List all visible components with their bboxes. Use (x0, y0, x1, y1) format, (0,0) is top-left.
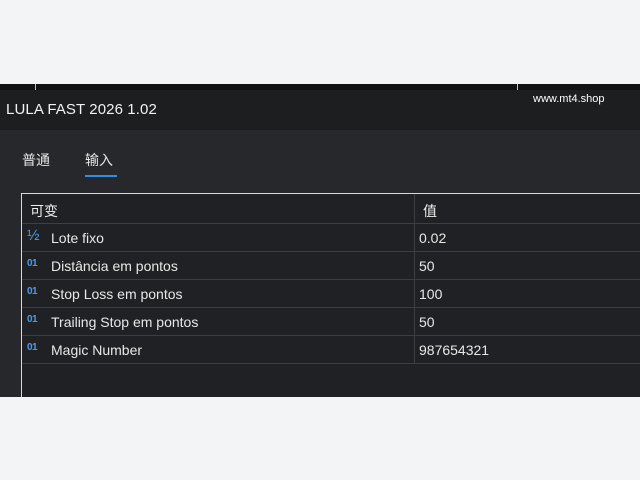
inputs-dialog: LULA FAST 2026 1.02 www.mt4.shop 普通 输入 可… (0, 84, 640, 397)
table-header: 可变 值 (22, 194, 640, 224)
table-row[interactable]: 01 Distância em pontos 50 (22, 252, 640, 280)
watermark: www.mt4.shop (533, 93, 605, 105)
parameter-name: Trailing Stop em pontos (51, 314, 199, 330)
parameter-value[interactable]: 50 (419, 314, 435, 330)
integer-icon: 01 (27, 314, 38, 325)
parameter-value[interactable]: 0.02 (419, 230, 446, 246)
table-row[interactable]: 01 Trailing Stop em pontos 50 (22, 308, 640, 336)
parameter-name: Distância em pontos (51, 258, 178, 274)
integer-icon: 01 (27, 342, 38, 353)
parameter-value[interactable]: 50 (419, 258, 435, 274)
column-header-variable[interactable]: 可变 (30, 201, 58, 221)
tab-bar: 普通 输入 (0, 130, 640, 177)
title-bar: LULA FAST 2026 1.02 www.mt4.shop (0, 90, 640, 130)
integer-icon: 01 (27, 286, 38, 297)
parameter-name: Lote fixo (51, 230, 104, 246)
integer-icon: 01 (27, 258, 38, 269)
parameter-value[interactable]: 100 (419, 286, 442, 302)
table-row[interactable]: 01 Stop Loss em pontos 100 (22, 280, 640, 308)
parameter-value[interactable]: 987654321 (419, 342, 489, 358)
column-header-value[interactable]: 值 (423, 201, 437, 221)
inputs-table: 可变 值 ½ Lote fixo 0.02 01 Distância em po… (21, 193, 640, 397)
tab-common[interactable]: 普通 (22, 150, 50, 170)
parameter-name: Stop Loss em pontos (51, 286, 183, 302)
window-title: LULA FAST 2026 1.02 (6, 101, 157, 118)
table-row[interactable]: ½ Lote fixo 0.02 (22, 224, 640, 252)
page: LULA FAST 2026 1.02 www.mt4.shop 普通 输入 可… (0, 0, 640, 480)
tab-inputs[interactable]: 输入 (85, 150, 117, 177)
table-row[interactable]: 01 Magic Number 987654321 (22, 336, 640, 364)
fraction-icon: ½ (27, 227, 40, 244)
parameter-name: Magic Number (51, 342, 143, 358)
